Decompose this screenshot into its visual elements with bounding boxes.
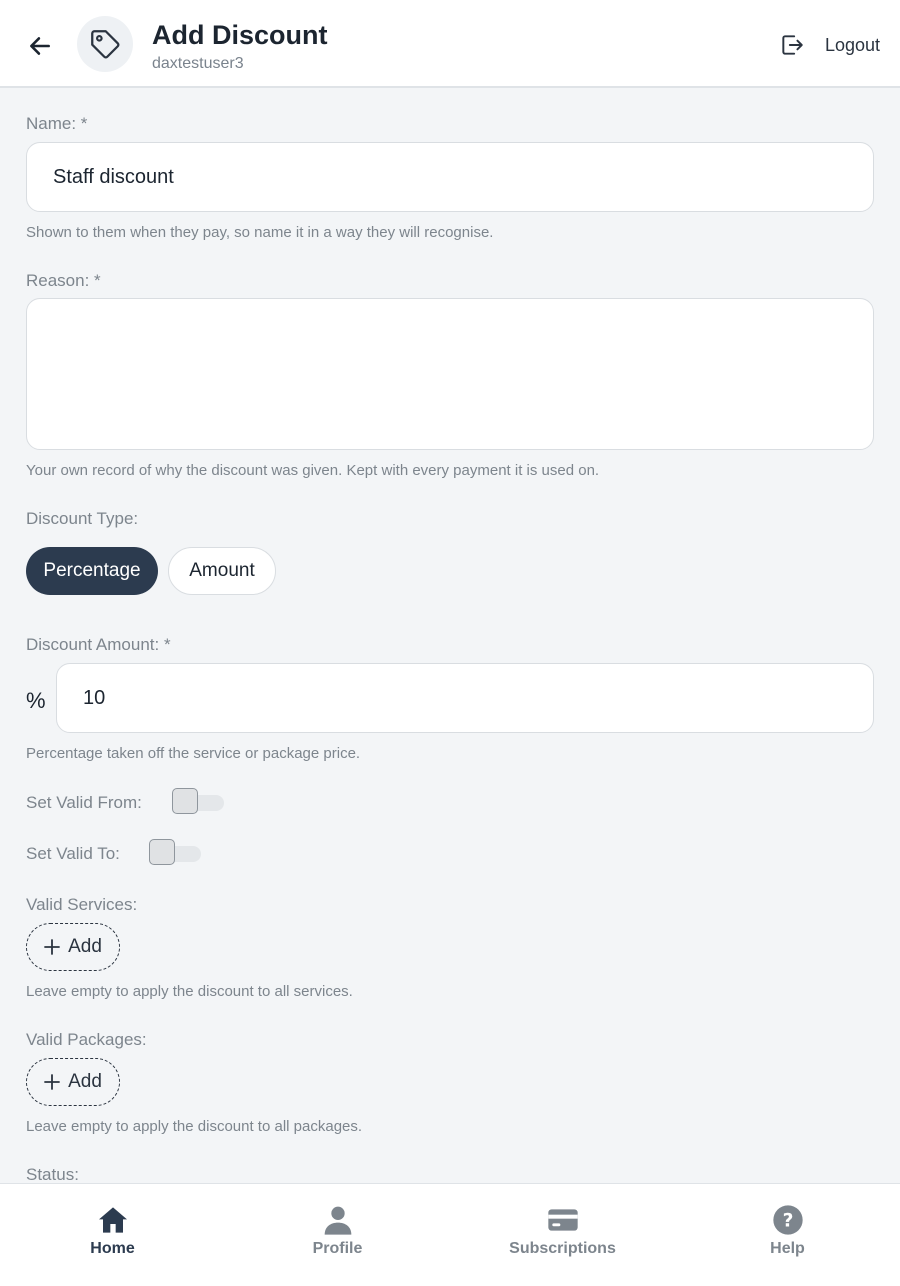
arrow-left-icon <box>30 37 50 55</box>
name-help: Shown to them when they pay, so name it … <box>26 224 494 241</box>
add-package-label: Add <box>68 1071 102 1092</box>
add-service-button[interactable]: Add <box>26 923 120 971</box>
discount-amount-label: Discount Amount: * <box>26 635 171 654</box>
valid-from-toggle[interactable] <box>172 788 224 816</box>
nav-help-label: Help <box>770 1240 805 1257</box>
reason-textarea[interactable] <box>26 298 874 450</box>
svg-text:?: ? <box>782 1211 793 1232</box>
plus-icon <box>44 939 60 955</box>
valid-packages-label: Valid Packages: <box>26 1030 147 1049</box>
percent-prefix: % <box>26 688 46 713</box>
help-icon: ? <box>772 1205 803 1235</box>
discount-type-label: Discount Type: <box>26 509 139 528</box>
valid-packages-help: Leave empty to apply the discount to all… <box>26 1118 363 1135</box>
person-icon <box>324 1206 351 1235</box>
logout-label: Logout <box>824 34 880 55</box>
name-label: Name: * <box>26 114 88 133</box>
valid-from-label: Set Valid From: <box>26 793 142 812</box>
name-input[interactable]: Staff discount <box>26 142 874 212</box>
page-title: Add Discount <box>152 20 328 50</box>
nav-home[interactable]: Home <box>0 1184 225 1286</box>
nav-subscriptions[interactable]: Subscriptions <box>450 1184 675 1286</box>
percentage-option[interactable]: Percentage <box>26 547 158 595</box>
nav-help[interactable]: ? Help <box>675 1184 900 1286</box>
status-label: Status: <box>26 1165 79 1184</box>
nav-profile[interactable]: Profile <box>225 1184 450 1286</box>
avatar <box>77 16 133 72</box>
logout-icon <box>782 35 803 55</box>
valid-to-toggle[interactable] <box>149 839 201 867</box>
tag-icon <box>91 30 120 59</box>
bottom-nav: Home Profile Subscriptions ? Help <box>0 1183 900 1286</box>
home-icon <box>98 1207 127 1233</box>
back-button[interactable] <box>22 28 58 64</box>
discount-amount-input[interactable]: 10 <box>56 663 874 733</box>
add-package-button[interactable]: Add <box>26 1058 120 1106</box>
nav-subscriptions-label: Subscriptions <box>509 1240 616 1257</box>
reason-help: Your own record of why the discount was … <box>26 462 600 479</box>
username: daxtestuser3 <box>152 55 244 72</box>
nav-home-label: Home <box>90 1240 135 1257</box>
discount-amount-help: Percentage taken off the service or pack… <box>26 745 361 762</box>
add-service-label: Add <box>68 936 102 957</box>
reason-label: Reason: * <box>26 271 101 290</box>
valid-services-help: Leave empty to apply the discount to all… <box>26 983 353 1000</box>
card-icon <box>547 1209 578 1231</box>
app-header: Add Discount daxtestuser3 Logout <box>0 0 900 88</box>
amount-option[interactable]: Amount <box>168 547 276 595</box>
logout-button[interactable]: Logout <box>779 30 880 60</box>
nav-profile-label: Profile <box>312 1240 363 1257</box>
valid-to-label: Set Valid To: <box>26 844 120 863</box>
valid-services-label: Valid Services: <box>26 895 138 914</box>
plus-icon <box>44 1074 60 1090</box>
